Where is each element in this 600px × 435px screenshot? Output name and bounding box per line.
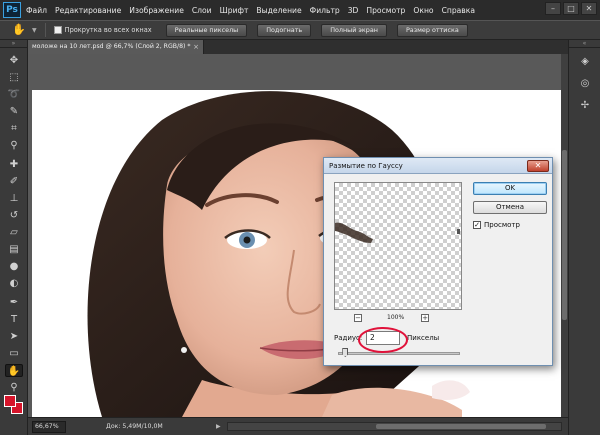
document-tab-title: моложе на 10 лет.psd @ 66,7% (Слой 2, RG… bbox=[32, 43, 191, 50]
path-select-icon[interactable]: ➤ bbox=[5, 330, 23, 343]
scroll-all-windows-checkbox[interactable] bbox=[53, 26, 62, 34]
type-icon[interactable]: T bbox=[5, 313, 23, 326]
window-controls: – □ ✕ bbox=[545, 2, 597, 15]
hand-icon[interactable]: ✋ bbox=[5, 364, 23, 377]
vertical-scrollbar[interactable] bbox=[561, 54, 568, 417]
radius-unit-label: Пикселы bbox=[407, 334, 440, 342]
shape-icon[interactable]: ▭ bbox=[5, 347, 23, 360]
close-window-button[interactable]: ✕ bbox=[581, 2, 597, 15]
ok-button[interactable]: OK bbox=[473, 182, 547, 195]
marquee-icon[interactable]: ⬚ bbox=[5, 71, 23, 84]
gaussian-blur-dialog: Размытие по Гауссу ✕ − 100% + OK Отмена … bbox=[323, 157, 553, 366]
zoom-icon[interactable]: ⚲ bbox=[5, 381, 23, 394]
panel-collapse-icon[interactable]: » bbox=[0, 40, 27, 48]
right-panel-dock: « ◈ ◎ ✢ bbox=[568, 40, 600, 435]
layers-icon[interactable]: ◈ bbox=[575, 54, 595, 70]
menu-3d[interactable]: 3D bbox=[348, 6, 359, 15]
photoshop-window: Ps Файл Редактирование Изображение Слои … bbox=[0, 0, 600, 435]
hand-tool-preset-icon[interactable]: ✋ bbox=[6, 21, 32, 39]
vertical-scroll-thumb[interactable] bbox=[562, 150, 567, 320]
quick-select-icon[interactable]: ✎ bbox=[5, 105, 23, 118]
eyedropper-icon[interactable]: ⚲ bbox=[5, 139, 23, 152]
eraser-icon[interactable]: ▱ bbox=[5, 226, 23, 239]
document-tab-bar: моложе на 10 лет.psd @ 66,7% (Слой 2, RG… bbox=[28, 40, 568, 54]
document-size-info: Док: 5,49M/10,0M bbox=[106, 423, 163, 430]
preview-checkbox[interactable]: ✓ bbox=[473, 221, 481, 229]
move-icon[interactable]: ✥ bbox=[5, 54, 23, 67]
channels-icon[interactable]: ◎ bbox=[575, 76, 595, 92]
menu-window[interactable]: Окно bbox=[413, 6, 433, 15]
status-bar: 66,67% Док: 5,49M/10,0M ▶ bbox=[28, 417, 568, 435]
dialog-title-bar[interactable]: Размытие по Гауссу ✕ bbox=[324, 158, 552, 174]
preview-content bbox=[335, 222, 460, 243]
horizontal-scroll-thumb[interactable] bbox=[375, 424, 546, 429]
foreground-color-swatch[interactable] bbox=[4, 395, 16, 407]
brush-icon[interactable]: ✐ bbox=[5, 175, 23, 188]
crop-icon[interactable]: ⌗ bbox=[5, 122, 23, 135]
dialog-title: Размытие по Гауссу bbox=[329, 162, 403, 170]
panel-collapse-icon[interactable]: « bbox=[569, 40, 600, 48]
menu-type[interactable]: Шрифт bbox=[220, 6, 249, 15]
horizontal-scrollbar[interactable] bbox=[226, 422, 562, 431]
clone-stamp-icon[interactable]: ⊥ bbox=[5, 192, 23, 205]
menu-help[interactable]: Справка bbox=[442, 6, 475, 15]
chevron-down-icon[interactable]: ▼ bbox=[32, 27, 37, 34]
actual-pixels-button[interactable]: Реальные пикселы bbox=[165, 23, 248, 37]
fit-screen-button[interactable]: Подогнать bbox=[257, 23, 312, 37]
tools-panel: » ✥ ⬚ ➰ ✎ ⌗ ⚲ ✚ ✐ ⊥ ↺ ▱ ▤ ● ◐ ✒ T ➤ ▭ ✋ … bbox=[0, 40, 28, 435]
highlight-ring bbox=[358, 327, 408, 353]
options-bar: ✋ ▼ Прокрутка во всех окнах Реальные пик… bbox=[0, 20, 600, 40]
filter-preview[interactable] bbox=[334, 182, 462, 310]
blur-icon[interactable]: ● bbox=[5, 260, 23, 273]
zoom-level-field[interactable]: 66,67% bbox=[32, 420, 66, 433]
zoom-in-button[interactable]: + bbox=[421, 314, 429, 322]
menu-layers[interactable]: Слои bbox=[192, 6, 212, 15]
minimize-button[interactable]: – bbox=[545, 2, 561, 15]
preview-option[interactable]: ✓ Просмотр bbox=[473, 221, 520, 229]
menu-image[interactable]: Изображение bbox=[129, 6, 184, 15]
document-tab[interactable]: моложе на 10 лет.psd @ 66,7% (Слой 2, RG… bbox=[28, 40, 204, 54]
gradient-icon[interactable]: ▤ bbox=[5, 243, 23, 256]
status-menu-arrow-icon[interactable]: ▶ bbox=[216, 423, 221, 430]
menu-bar: Ps Файл Редактирование Изображение Слои … bbox=[0, 0, 600, 20]
divider bbox=[44, 23, 46, 37]
zoom-out-button[interactable]: − bbox=[354, 314, 362, 322]
scroll-all-windows-label: Прокрутка во всех окнах bbox=[64, 26, 152, 34]
fill-screen-button[interactable]: Полный экран bbox=[321, 23, 387, 37]
maximize-button[interactable]: □ bbox=[563, 2, 579, 15]
cancel-button[interactable]: Отмена bbox=[473, 201, 547, 214]
paths-icon[interactable]: ✢ bbox=[575, 98, 595, 114]
pen-icon[interactable]: ✒ bbox=[5, 296, 23, 309]
dialog-close-button[interactable]: ✕ bbox=[527, 160, 549, 172]
healing-icon[interactable]: ✚ bbox=[5, 158, 23, 171]
radius-slider-track[interactable] bbox=[338, 352, 460, 355]
menu-edit[interactable]: Редактирование bbox=[55, 6, 121, 15]
radius-slider-thumb[interactable] bbox=[342, 348, 349, 357]
print-size-button[interactable]: Размер оттиска bbox=[396, 23, 468, 37]
menu-filter[interactable]: Фильтр bbox=[310, 6, 340, 15]
lasso-icon[interactable]: ➰ bbox=[5, 88, 23, 101]
history-brush-icon[interactable]: ↺ bbox=[5, 209, 23, 222]
menu-select[interactable]: Выделение bbox=[256, 6, 301, 15]
photoshop-logo: Ps bbox=[3, 2, 21, 18]
menu-file[interactable]: Файл bbox=[26, 6, 47, 15]
preview-checkbox-label: Просмотр bbox=[484, 221, 520, 229]
preview-zoom-level: 100% bbox=[387, 314, 405, 321]
menu-view[interactable]: Просмотр bbox=[366, 6, 405, 15]
dodge-icon[interactable]: ◐ bbox=[5, 277, 23, 290]
close-icon[interactable]: × bbox=[193, 40, 199, 54]
